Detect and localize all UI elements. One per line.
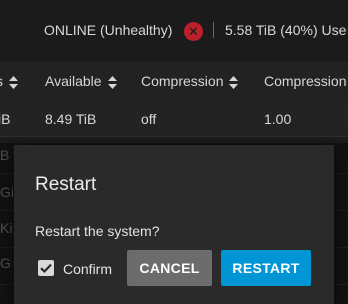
pool-usage-text: 5.58 TiB (40%) Use (225, 22, 347, 38)
sort-icon[interactable] (9, 75, 18, 89)
cell-compression-ratio: 1.00 (264, 111, 292, 127)
column-header-available[interactable]: Available (45, 73, 117, 89)
checkmark-icon[interactable] (38, 260, 54, 276)
dialog-title: Restart (35, 174, 97, 195)
table-row[interactable]: iB 8.49 TiB off 1.00 (0, 100, 348, 137)
column-header-label: Compression (141, 73, 224, 89)
pool-status-bar: ONLINE (Unhealthy) ✕ 5.58 TiB (40%) Use (0, 0, 348, 62)
column-header-label: Compression (264, 73, 347, 89)
close-icon: ✕ (184, 22, 203, 41)
restart-button[interactable]: RESTART (221, 250, 311, 286)
status-divider (213, 22, 214, 38)
column-header-label: Available (45, 73, 102, 89)
column-header-compression-ratio[interactable]: Compression (264, 73, 346, 89)
table-header: s Available Compression Compression (0, 62, 348, 100)
cell-compression: off (141, 111, 157, 127)
column-header-label: s (0, 73, 3, 89)
restart-dialog: Restart Restart the system? Confirm CANC… (14, 145, 334, 304)
column-header-compression[interactable]: Compression (141, 73, 239, 89)
cell-available: 8.49 TiB (45, 111, 97, 127)
confirm-label: Confirm (63, 261, 113, 277)
confirm-checkbox[interactable]: Confirm (38, 259, 124, 279)
sort-icon[interactable] (229, 75, 239, 89)
sort-icon[interactable] (107, 75, 117, 89)
pool-status-text: ONLINE (Unhealthy) (44, 22, 173, 38)
cell-name: iB (0, 111, 11, 127)
page: ONLINE (Unhealthy) ✕ 5.58 TiB (40%) Use … (0, 0, 348, 304)
column-header-name[interactable]: s (0, 73, 18, 89)
cancel-button[interactable]: CANCEL (127, 250, 212, 286)
dialog-message: Restart the system? (35, 223, 160, 239)
